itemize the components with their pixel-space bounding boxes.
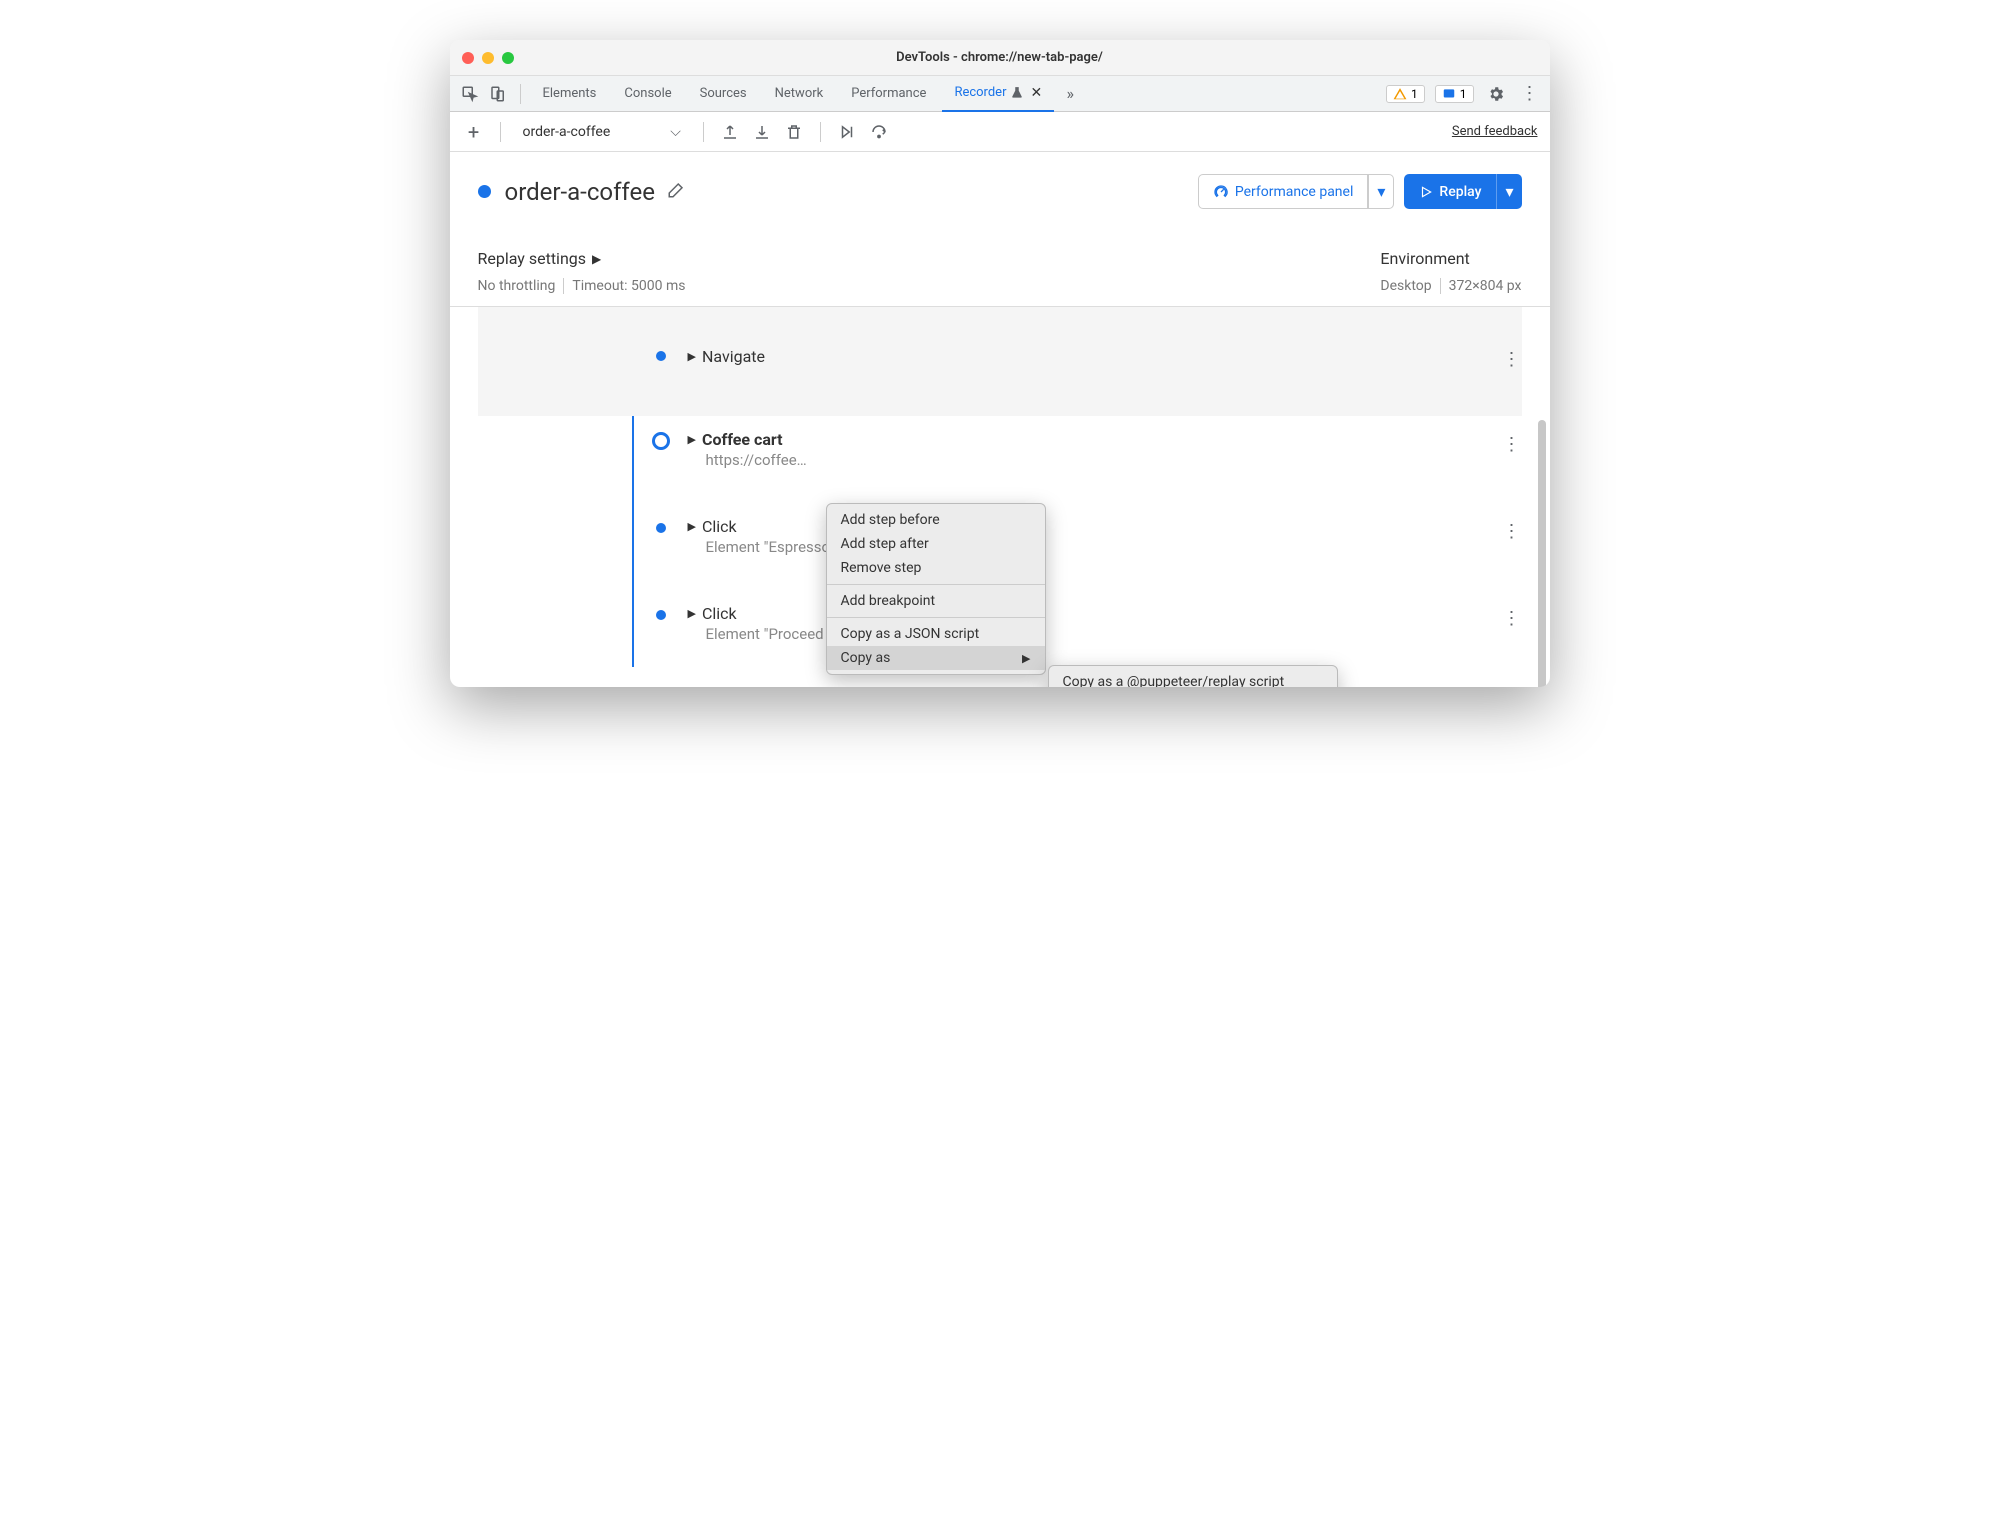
settings-row: Replay settings ▶ No throttling Timeout:… (450, 229, 1550, 307)
separator (703, 122, 704, 142)
replay-button-group: Replay ▾ (1404, 174, 1521, 209)
viewport-value: 372×804 px (1449, 278, 1522, 294)
menu-label: Copy as (841, 650, 891, 666)
tab-recorder[interactable]: Recorder ✕ (942, 76, 1054, 112)
play-icon (1419, 185, 1433, 199)
issues-badge[interactable]: 1 (1435, 85, 1474, 103)
recording-name: order-a-coffee (523, 124, 611, 140)
gauge-icon (1213, 184, 1229, 200)
step-menu-button[interactable]: ⋮ (1503, 521, 1520, 542)
replay-settings-toggle[interactable]: Replay settings ▶ (478, 249, 1381, 268)
step-title: Navigate (702, 347, 765, 366)
menu-remove-step[interactable]: Remove step (827, 556, 1045, 580)
play-step-button[interactable] (835, 120, 859, 144)
submenu-arrow-icon: ▶ (1022, 652, 1030, 665)
expand-arrow-icon[interactable]: ▶ (688, 433, 696, 446)
perf-label: Performance panel (1235, 184, 1354, 200)
close-window-button[interactable] (462, 52, 474, 64)
warning-count: 1 (1411, 87, 1418, 101)
window-title: DevTools - chrome://new-tab-page/ (450, 50, 1550, 65)
new-recording-button[interactable]: + (462, 120, 486, 144)
recording-title: order-a-coffee (505, 178, 655, 206)
environment-label: Environment (1380, 249, 1521, 268)
separator (1440, 278, 1441, 294)
minimize-window-button[interactable] (482, 52, 494, 64)
step-navigate[interactable]: ▶ Navigate ⋮ (478, 307, 1522, 416)
expand-arrow-icon[interactable]: ▶ (688, 607, 696, 620)
menu-add-step-before[interactable]: Add step before (827, 508, 1045, 532)
menu-copy-puppeteer-replay[interactable]: Copy as a @puppeteer/replay script (1049, 670, 1337, 687)
scrollbar-thumb[interactable] (1538, 420, 1546, 687)
arrow-right-icon: ▶ (592, 252, 601, 266)
step-title: Coffee cart (702, 430, 783, 449)
step-menu-button[interactable]: ⋮ (1503, 434, 1520, 455)
titlebar: DevTools - chrome://new-tab-page/ (450, 40, 1550, 76)
expand-arrow-icon[interactable]: ▶ (688, 350, 696, 363)
step-title: Click (702, 517, 737, 536)
flask-icon (1010, 86, 1024, 100)
throttling-value: No throttling (478, 278, 556, 294)
tab-elements[interactable]: Elements (531, 76, 609, 112)
more-tabs-icon[interactable]: » (1058, 82, 1082, 106)
step-coffee-cart[interactable]: ▶ Coffee cart https://coffee… ⋮ (478, 416, 1522, 483)
step-menu-button[interactable]: ⋮ (1503, 349, 1520, 370)
maximize-window-button[interactable] (502, 52, 514, 64)
tab-network[interactable]: Network (763, 76, 836, 112)
more-icon[interactable]: ⋮ (1518, 82, 1542, 106)
recorder-header: order-a-coffee Performance panel ▾ Repla… (450, 152, 1550, 209)
close-tab-icon[interactable]: ✕ (1030, 85, 1042, 101)
step-subtitle: https://coffee… (706, 451, 1522, 469)
chevron-down-icon: ⌵ (670, 124, 681, 140)
step-over-button[interactable] (867, 120, 891, 144)
separator (563, 278, 564, 294)
warning-icon (1393, 87, 1407, 101)
send-feedback-link[interactable]: Send feedback (1452, 124, 1538, 139)
replay-button[interactable]: Replay (1404, 174, 1496, 209)
traffic-lights (462, 52, 514, 64)
devtools-tabs: Elements Console Sources Network Perform… (450, 76, 1550, 112)
separator (520, 84, 521, 104)
step-context-menu: Add step before Add step after Remove st… (826, 503, 1046, 675)
separator (820, 122, 821, 142)
tab-sources[interactable]: Sources (688, 76, 759, 112)
issue-count: 1 (1460, 87, 1467, 101)
menu-add-breakpoint[interactable]: Add breakpoint (827, 589, 1045, 613)
settings-icon[interactable] (1484, 82, 1508, 106)
tab-label: Recorder (954, 85, 1006, 100)
replay-label: Replay (1439, 184, 1481, 200)
timeout-value: Timeout: 5000 ms (572, 278, 685, 294)
replay-dropdown-button[interactable]: ▾ (1496, 174, 1521, 209)
recording-dot-icon (478, 185, 491, 198)
menu-separator (827, 617, 1045, 618)
separator (500, 122, 501, 142)
performance-panel-button[interactable]: Performance panel (1198, 174, 1369, 209)
performance-panel-button-group: Performance panel ▾ (1198, 174, 1395, 209)
device-toggle-icon[interactable] (486, 82, 510, 106)
perf-dropdown-button[interactable]: ▾ (1368, 174, 1394, 209)
edit-title-button[interactable] (667, 181, 685, 203)
delete-button[interactable] (782, 120, 806, 144)
import-button[interactable] (750, 120, 774, 144)
copy-as-submenu: Copy as a @puppeteer/replay script Copy … (1048, 665, 1338, 687)
recording-select[interactable]: order-a-coffee ⌵ (515, 120, 689, 144)
issue-icon (1442, 87, 1456, 101)
menu-copy-as[interactable]: Copy as ▶ (827, 646, 1045, 670)
warnings-badge[interactable]: 1 (1386, 85, 1425, 103)
tab-console[interactable]: Console (612, 76, 683, 112)
inspect-icon[interactable] (458, 82, 482, 106)
menu-separator (827, 584, 1045, 585)
menu-add-step-after[interactable]: Add step after (827, 532, 1045, 556)
export-button[interactable] (718, 120, 742, 144)
tab-performance[interactable]: Performance (839, 76, 938, 112)
scrollbar[interactable] (1538, 420, 1548, 687)
menu-copy-json[interactable]: Copy as a JSON script (827, 622, 1045, 646)
step-title: Click (702, 604, 737, 623)
recorder-toolbar: + order-a-coffee ⌵ Send feedback (450, 112, 1550, 152)
step-menu-button[interactable]: ⋮ (1503, 608, 1520, 629)
device-value: Desktop (1380, 278, 1431, 294)
expand-arrow-icon[interactable]: ▶ (688, 520, 696, 533)
devtools-window: DevTools - chrome://new-tab-page/ Elemen… (450, 40, 1550, 687)
